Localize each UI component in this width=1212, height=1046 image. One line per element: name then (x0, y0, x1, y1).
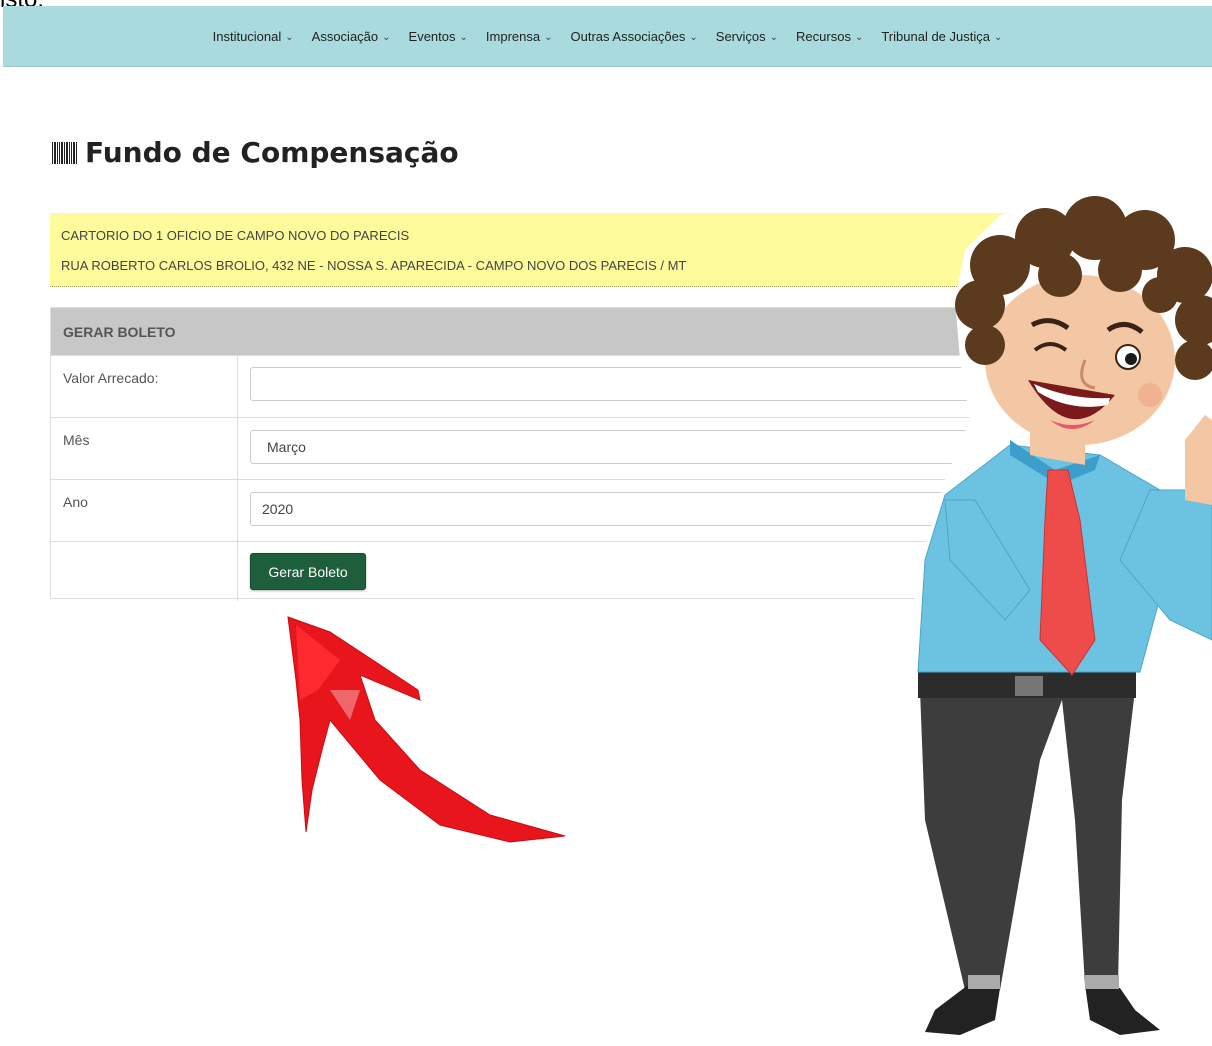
winking-man-illustration (905, 196, 1212, 1041)
